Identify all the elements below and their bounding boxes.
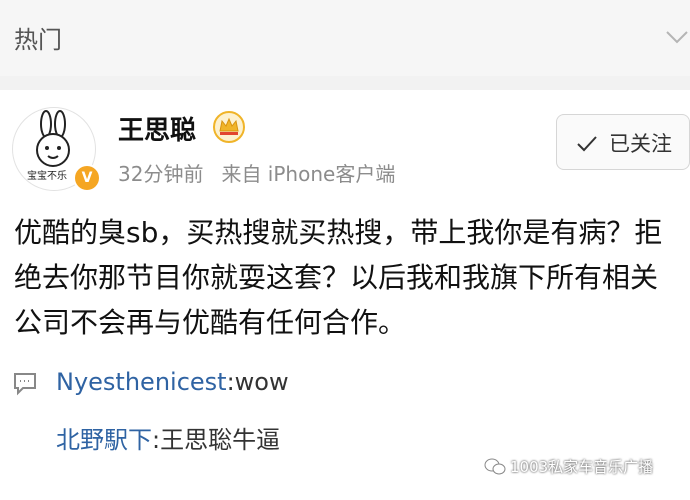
comment-user[interactable]: Nyesthenicest [56, 368, 227, 396]
comment-item[interactable]: Nyesthenicest:wow [56, 368, 289, 396]
comment-user[interactable]: 北野駅下 [56, 426, 152, 454]
feed-header: 热门 [0, 0, 690, 77]
crown-icon [213, 111, 245, 143]
comment-separator: : [226, 368, 235, 396]
post-time: 32分钟前 [118, 162, 204, 186]
avatar-caption: 宝宝不乐 [27, 169, 67, 182]
post-username[interactable]: 王思聪 [118, 110, 196, 147]
follow-label: 已关注 [609, 132, 672, 156]
section-divider [0, 76, 690, 90]
check-icon [577, 136, 597, 152]
verified-badge: V [73, 164, 101, 192]
header-title: 热门 [14, 26, 62, 54]
comment-item[interactable]: 北野駅下:王思聡牛逼 [56, 420, 280, 455]
post-source: 来自 iPhone客户端 [221, 162, 396, 186]
watermark: 1003私家车音乐广播 [510, 458, 654, 476]
wechat-icon [484, 458, 506, 475]
post-text: 优酷的臭sb，买热搜就买热搜，带上我你是有病？拒绝去你那节目你就耍这套？以后我和… [14, 216, 663, 339]
followed-button[interactable]: 已关注 [556, 114, 690, 170]
comment-separator: : [152, 426, 161, 454]
comment-text: wow [234, 368, 289, 396]
comment-icon [14, 373, 36, 396]
post-meta: 32分钟前 来自 iPhone客户端 [118, 158, 395, 187]
chevron-down-icon[interactable] [664, 24, 690, 50]
comment-text: 王思聡牛逼 [160, 426, 281, 454]
